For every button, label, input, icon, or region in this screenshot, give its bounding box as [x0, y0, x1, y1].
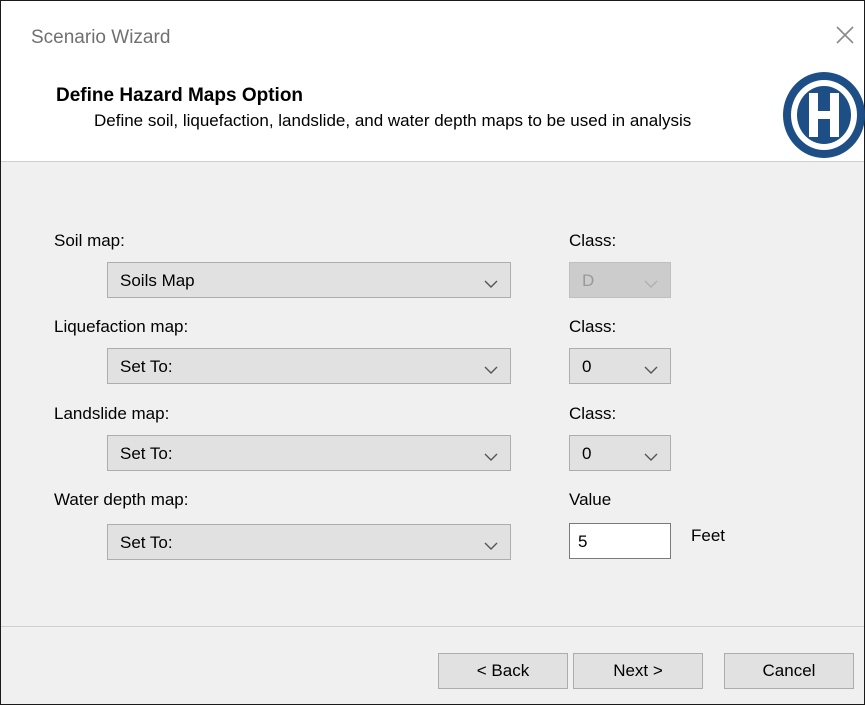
page-title: Define Hazard Maps Option [56, 85, 304, 106]
landslide-map-dropdown[interactable]: Set To: [107, 435, 511, 471]
window-title: Scenario Wizard [31, 27, 171, 48]
soil-map-dropdown[interactable]: Soils Map [107, 262, 511, 298]
chevron-down-icon [644, 362, 658, 380]
landslide-class-value: 0 [582, 444, 592, 463]
landslide-map-value: Set To: [120, 444, 173, 463]
chevron-down-icon [644, 276, 658, 294]
soil-class-value: D [582, 271, 595, 290]
soil-map-value: Soils Map [120, 271, 195, 290]
close-icon[interactable] [833, 23, 857, 47]
hazus-logo-icon [779, 69, 865, 161]
liquefaction-map-label: Liquefaction map: [54, 317, 189, 336]
soil-map-label: Soil map: [54, 231, 125, 250]
water-depth-map-dropdown[interactable]: Set To: [107, 524, 511, 560]
liquefaction-map-value: Set To: [120, 357, 173, 376]
landslide-class-label: Class: [569, 404, 617, 423]
water-depth-unit-label: Feet [691, 526, 726, 545]
water-depth-map-value: Set To: [120, 533, 173, 552]
landslide-map-label: Landslide map: [54, 404, 170, 423]
water-depth-map-label: Water depth map: [54, 490, 189, 509]
landslide-class-dropdown[interactable]: 0 [569, 435, 671, 471]
water-depth-input[interactable]: 5 [569, 523, 671, 559]
chevron-down-icon [484, 538, 498, 556]
scenario-wizard-dialog: Scenario Wizard Define Hazard Maps Optio… [0, 0, 865, 705]
back-button[interactable]: < Back [438, 653, 568, 689]
soil-class-dropdown: D [569, 262, 671, 298]
cancel-button[interactable]: Cancel [724, 653, 854, 689]
liquefaction-class-dropdown[interactable]: 0 [569, 348, 671, 384]
page-description: Define soil, liquefaction, landslide, an… [94, 111, 692, 130]
chevron-down-icon [484, 449, 498, 467]
next-button[interactable]: Next > [573, 653, 703, 689]
header-panel: Scenario Wizard Define Hazard Maps Optio… [1, 1, 865, 162]
water-depth-input-value: 5 [578, 532, 588, 551]
water-depth-value-label: Value [569, 490, 612, 509]
chevron-down-icon [484, 276, 498, 294]
liquefaction-map-dropdown[interactable]: Set To: [107, 348, 511, 384]
footer-divider [1, 626, 864, 627]
soil-class-label: Class: [569, 231, 617, 250]
liquefaction-class-value: 0 [582, 357, 592, 376]
liquefaction-class-label: Class: [569, 317, 617, 336]
chevron-down-icon [644, 449, 658, 467]
chevron-down-icon [484, 362, 498, 380]
